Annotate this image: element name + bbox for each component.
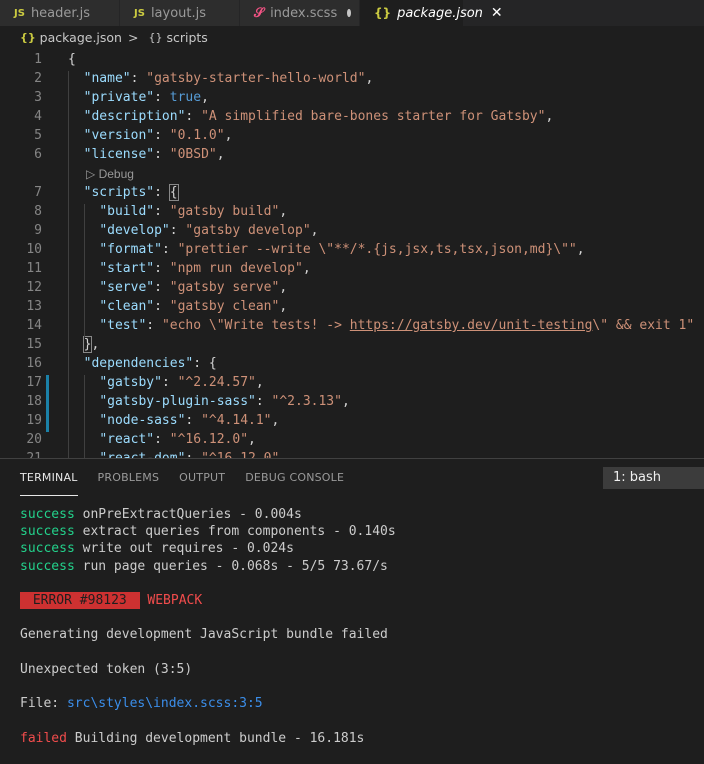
code-line[interactable]: "name": "gatsby-starter-hello-world", [68, 71, 374, 86]
line-number: 19 [26, 413, 42, 428]
code-line[interactable]: "node-sass": "^4.14.1", [68, 413, 279, 428]
terminal-line: success run page queries - 0.068s - 5/5 … [20, 558, 388, 574]
panel-tab-terminal[interactable]: TERMINAL [20, 459, 78, 496]
code-line[interactable]: "test": "echo \"Write tests! -> https://… [68, 318, 694, 333]
terminal-line: success extract queries from components … [20, 524, 396, 540]
tab-package-json[interactable]: {} package.json ✕ [360, 0, 503, 26]
editor-tabs: JS header.js JS layout.js 𝒮index.scss {} packa… [0, 0, 704, 26]
line-number: 20 [26, 432, 42, 447]
code-line[interactable]: }, [68, 336, 99, 353]
indent-guide [83, 204, 85, 337]
object-symbol-icon: {} [148, 30, 163, 44]
close-icon[interactable]: ✕ [491, 5, 503, 21]
terminal-line: failed Building development bundle - 16.… [20, 730, 365, 746]
line-number: 16 [26, 356, 42, 371]
line-number: 10 [26, 242, 42, 257]
panel-tab-debug-console[interactable]: DEBUG CONSOLE [245, 459, 344, 495]
code-line[interactable]: "gatsby-plugin-sass": "^2.3.13", [68, 394, 349, 409]
line-number: 11 [26, 261, 42, 276]
terminal-line: success onPreExtractQueries - 0.004s [20, 507, 302, 522]
code-line[interactable]: "scripts": { [68, 184, 179, 201]
code-line[interactable]: "react-dom": "^16.12.0", [68, 451, 287, 458]
unsaved-dot-icon[interactable] [347, 9, 351, 17]
code-line[interactable]: "develop": "gatsby develop", [68, 223, 318, 238]
indent-guide [83, 375, 85, 458]
line-number: 3 [34, 90, 42, 105]
panel-tab-output[interactable]: OUTPUT [179, 459, 225, 495]
terminal-select[interactable]: 1: bash [603, 467, 704, 489]
debug-codelens[interactable]: ▷ Debug [86, 167, 134, 181]
line-number: 21 [0, 451, 42, 458]
bottom-panel: TERMINAL PROBLEMS OUTPUT DEBUG CONSOLE 1: b… [0, 458, 704, 764]
error-badge: ERROR #98123 [20, 592, 140, 609]
terminal-line: File: src\styles\index.scss:3:5 [20, 696, 263, 712]
javascript-file-icon: JS [134, 7, 145, 19]
code-line[interactable]: "license": "0BSD", [68, 147, 225, 162]
code-line[interactable]: "description": "A simplified bare-bones … [68, 109, 554, 124]
line-number: 17 [26, 375, 42, 390]
code-line[interactable]: "clean": "gatsby clean", [68, 299, 287, 314]
tab-label: header.js [30, 5, 91, 21]
terminal-line: Generating development JavaScript bundle… [20, 627, 388, 643]
code-line[interactable]: "react": "^16.12.0", [68, 432, 256, 447]
code-line[interactable]: "serve": "gatsby serve", [68, 280, 287, 295]
terminal-line: Unexpected token (3:5) [20, 661, 193, 677]
javascript-file-icon: JS [14, 7, 25, 19]
line-number: 12 [26, 280, 42, 295]
json-file-icon: {} [374, 6, 392, 20]
line-number: 14 [26, 318, 42, 333]
line-number: 6 [34, 147, 42, 162]
file-path-link[interactable]: src\styles\index.scss:3:5 [67, 696, 263, 711]
tab-header-js[interactable]: JS header.js [0, 0, 120, 26]
breadcrumb-symbol[interactable]: scripts [166, 30, 207, 45]
url-link[interactable]: https://gatsby.dev/unit-testing [350, 318, 593, 333]
terminal-line: ERROR #98123 WEBPACK [20, 592, 202, 609]
line-number: 15 [26, 337, 42, 352]
code-editor[interactable]: 1 {2 "name": "gatsby-starter-hello-world"… [0, 50, 704, 458]
line-number: 18 [26, 394, 42, 409]
code-line[interactable]: "gatsby": "^2.24.57", [68, 375, 263, 390]
indent-guide [68, 71, 69, 458]
tab-label: index.scss [270, 5, 338, 21]
line-number: 7 [34, 185, 42, 200]
code-line[interactable]: "format": "prettier --write \"**/*.{js,j… [68, 242, 584, 257]
line-number: 5 [34, 128, 42, 143]
code-line[interactable]: "dependencies": { [68, 356, 217, 371]
line-number: 13 [26, 299, 42, 314]
code-line[interactable]: "build": "gatsby build", [68, 204, 287, 219]
code-line[interactable]: "version": "0.1.0", [68, 128, 233, 143]
line-number: 2 [34, 71, 42, 86]
code-line[interactable]: { [68, 52, 76, 67]
breadcrumb-file[interactable]: package.json [40, 30, 122, 45]
panel-tabs: TERMINAL PROBLEMS OUTPUT DEBUG CONSOLE [20, 459, 344, 496]
code-line[interactable]: "start": "npm run develop", [68, 261, 310, 276]
chevron-right-icon: > [127, 29, 139, 45]
line-number: 1 [34, 52, 42, 67]
line-number: 8 [34, 204, 42, 219]
line-number: 4 [34, 109, 42, 124]
breadcrumb: {} package.json > {} scripts [0, 26, 704, 48]
sass-file-icon: 𝒮 [254, 5, 265, 21]
code-line[interactable]: "private": true, [68, 90, 209, 105]
json-file-icon: {} [20, 30, 36, 44]
line-number: 9 [34, 223, 42, 238]
tab-layout-js[interactable]: JS layout.js [120, 0, 240, 26]
terminal-line: success write out requires - 0.024s [20, 541, 294, 557]
tab-label: layout.js [150, 5, 207, 21]
tab-index-scss[interactable]: 𝒮index.scss [240, 0, 360, 26]
git-change-marker[interactable] [46, 375, 49, 432]
tab-label: package.json [397, 5, 483, 21]
panel-tab-problems[interactable]: PROBLEMS [98, 459, 160, 495]
